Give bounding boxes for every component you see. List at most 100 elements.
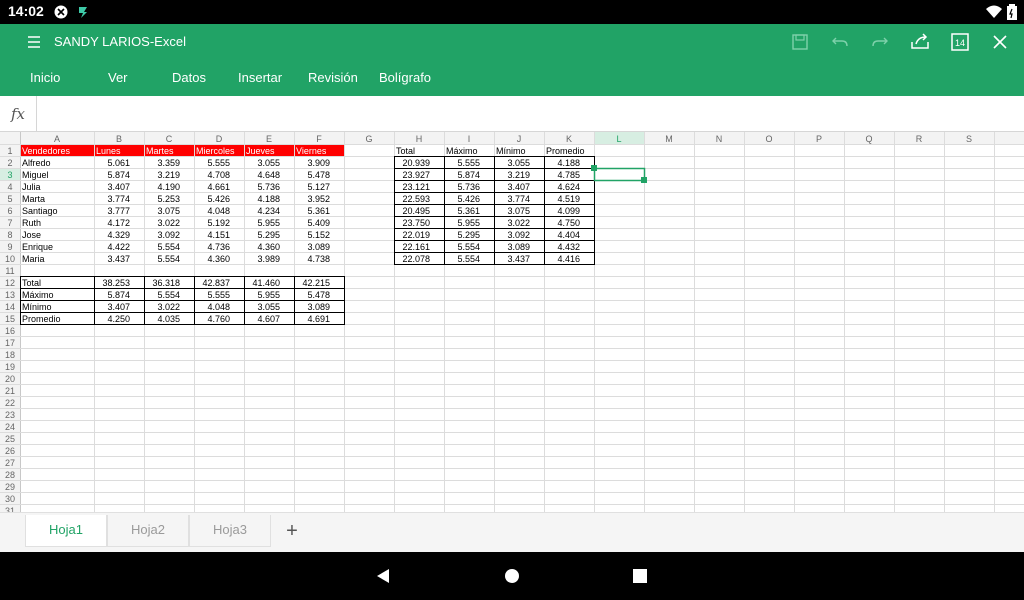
cell-k3[interactable]: 4.785: [557, 170, 580, 180]
cell-h8[interactable]: 22.019: [402, 230, 430, 240]
cell-c10[interactable]: 5.554: [157, 254, 180, 264]
close-icon[interactable]: [988, 30, 1012, 54]
tab-inicio[interactable]: Inicio: [30, 70, 60, 85]
column-header-n[interactable]: N: [716, 134, 723, 144]
cell-b5[interactable]: 3.774: [107, 194, 130, 204]
row-header-16[interactable]: 16: [5, 326, 15, 336]
cell-b4[interactable]: 3.407: [107, 182, 130, 192]
cell-k4[interactable]: 4.624: [557, 182, 580, 192]
sheet-tab-hoja2[interactable]: Hoja2: [107, 515, 189, 547]
row-header-27[interactable]: 27: [5, 458, 15, 468]
cell-a14[interactable]: Mínimo: [22, 302, 52, 312]
cell-f13[interactable]: 5.478: [307, 290, 330, 300]
row-header-19[interactable]: 19: [5, 362, 15, 372]
cell-j5[interactable]: 3.774: [507, 194, 530, 204]
cell-k9[interactable]: 4.432: [557, 242, 580, 252]
column-header-l[interactable]: L: [616, 134, 621, 144]
selection-handle-bottom-right[interactable]: [641, 177, 647, 183]
cell-i7[interactable]: 5.955: [457, 218, 480, 228]
cell-i8[interactable]: 5.295: [457, 230, 480, 240]
save-icon[interactable]: [788, 30, 812, 54]
cell-a10[interactable]: Maria: [22, 254, 45, 264]
column-header-j[interactable]: J: [517, 134, 522, 144]
page-icon[interactable]: 14: [948, 30, 972, 54]
row-header-2[interactable]: 2: [7, 158, 12, 168]
cell-a8[interactable]: Jose: [22, 230, 41, 240]
column-header-s[interactable]: S: [966, 134, 972, 144]
cell-e10[interactable]: 3.989: [257, 254, 280, 264]
row-header-24[interactable]: 24: [5, 422, 15, 432]
sheet-tab-hoja1[interactable]: Hoja1: [25, 515, 107, 547]
cell-c14[interactable]: 3.022: [157, 302, 180, 312]
undo-icon[interactable]: [828, 30, 852, 54]
cell-f15[interactable]: 4.691: [307, 314, 330, 324]
row-header-29[interactable]: 29: [5, 482, 15, 492]
column-header-m[interactable]: M: [665, 134, 673, 144]
cell-c3[interactable]: 3.219: [157, 170, 180, 180]
cell-d9[interactable]: 4.736: [207, 242, 230, 252]
row-header-10[interactable]: 10: [5, 254, 15, 264]
column-header-g[interactable]: G: [365, 134, 372, 144]
cell-d14[interactable]: 4.048: [207, 302, 230, 312]
cell-a1[interactable]: Vendedores: [22, 146, 71, 156]
cell-i2[interactable]: 5.555: [457, 158, 480, 168]
cell-c12[interactable]: 36.318: [152, 278, 180, 288]
share-icon[interactable]: [908, 30, 932, 54]
cell-k5[interactable]: 4.519: [557, 194, 580, 204]
column-header-b[interactable]: B: [116, 134, 122, 144]
cell-j1[interactable]: Mínimo: [496, 146, 526, 156]
cell-d13[interactable]: 5.555: [207, 290, 230, 300]
cell-f6[interactable]: 5.361: [307, 206, 330, 216]
cell-e4[interactable]: 5.736: [257, 182, 280, 192]
cell-k6[interactable]: 4.099: [557, 206, 580, 216]
cell-j7[interactable]: 3.022: [507, 218, 530, 228]
cell-j6[interactable]: 3.075: [507, 206, 530, 216]
row-header-11[interactable]: 11: [5, 266, 14, 276]
selection-handle-top-left[interactable]: [591, 165, 597, 171]
cell-e1[interactable]: Jueves: [246, 146, 275, 156]
cell-f8[interactable]: 5.152: [307, 230, 330, 240]
recents-icon[interactable]: [630, 566, 650, 586]
cell-a7[interactable]: Ruth: [22, 218, 41, 228]
row-header-22[interactable]: 22: [5, 398, 15, 408]
cell-a15[interactable]: Promedio: [22, 314, 61, 324]
cell-a9[interactable]: Enrique: [22, 242, 53, 252]
cell-b3[interactable]: 5.874: [107, 170, 130, 180]
home-icon[interactable]: [502, 566, 522, 586]
fx-label[interactable]: fx: [0, 96, 37, 132]
cell-e7[interactable]: 5.955: [257, 218, 280, 228]
cell-h10[interactable]: 22.078: [402, 254, 430, 264]
tab-ver[interactable]: Ver: [108, 70, 128, 85]
cell-b9[interactable]: 4.422: [107, 242, 130, 252]
row-header-21[interactable]: 21: [5, 386, 15, 396]
cell-j8[interactable]: 3.092: [507, 230, 530, 240]
cell-a3[interactable]: Miguel: [22, 170, 49, 180]
cell-b7[interactable]: 4.172: [107, 218, 130, 228]
column-header-r[interactable]: R: [916, 134, 923, 144]
cell-h1[interactable]: Total: [396, 146, 415, 156]
cell-k2[interactable]: 4.188: [557, 158, 580, 168]
cell-a12[interactable]: Total: [22, 278, 41, 288]
cell-d8[interactable]: 4.151: [207, 230, 230, 240]
cell-d7[interactable]: 5.192: [207, 218, 230, 228]
row-header-5[interactable]: 5: [7, 194, 12, 204]
row-header-17[interactable]: 17: [5, 338, 15, 348]
cell-d1[interactable]: Miercoles: [196, 146, 235, 156]
cell-b13[interactable]: 5.874: [107, 290, 130, 300]
cell-d15[interactable]: 4.760: [207, 314, 230, 324]
cell-e13[interactable]: 5.955: [257, 290, 280, 300]
row-header-15[interactable]: 15: [5, 314, 15, 324]
row-header-6[interactable]: 6: [7, 206, 12, 216]
cell-f7[interactable]: 5.409: [307, 218, 330, 228]
cell-a6[interactable]: Santiago: [22, 206, 58, 216]
cell-d2[interactable]: 5.555: [207, 158, 230, 168]
row-header-1[interactable]: 1: [7, 146, 12, 156]
cell-k8[interactable]: 4.404: [557, 230, 580, 240]
cell-b1[interactable]: Lunes: [96, 146, 121, 156]
cell-e15[interactable]: 4.607: [257, 314, 280, 324]
tab-revision[interactable]: Revisión: [308, 70, 358, 85]
cell-d3[interactable]: 4.708: [207, 170, 230, 180]
cell-h4[interactable]: 23.121: [402, 182, 430, 192]
row-header-14[interactable]: 14: [5, 302, 15, 312]
row-header-8[interactable]: 8: [7, 230, 12, 240]
